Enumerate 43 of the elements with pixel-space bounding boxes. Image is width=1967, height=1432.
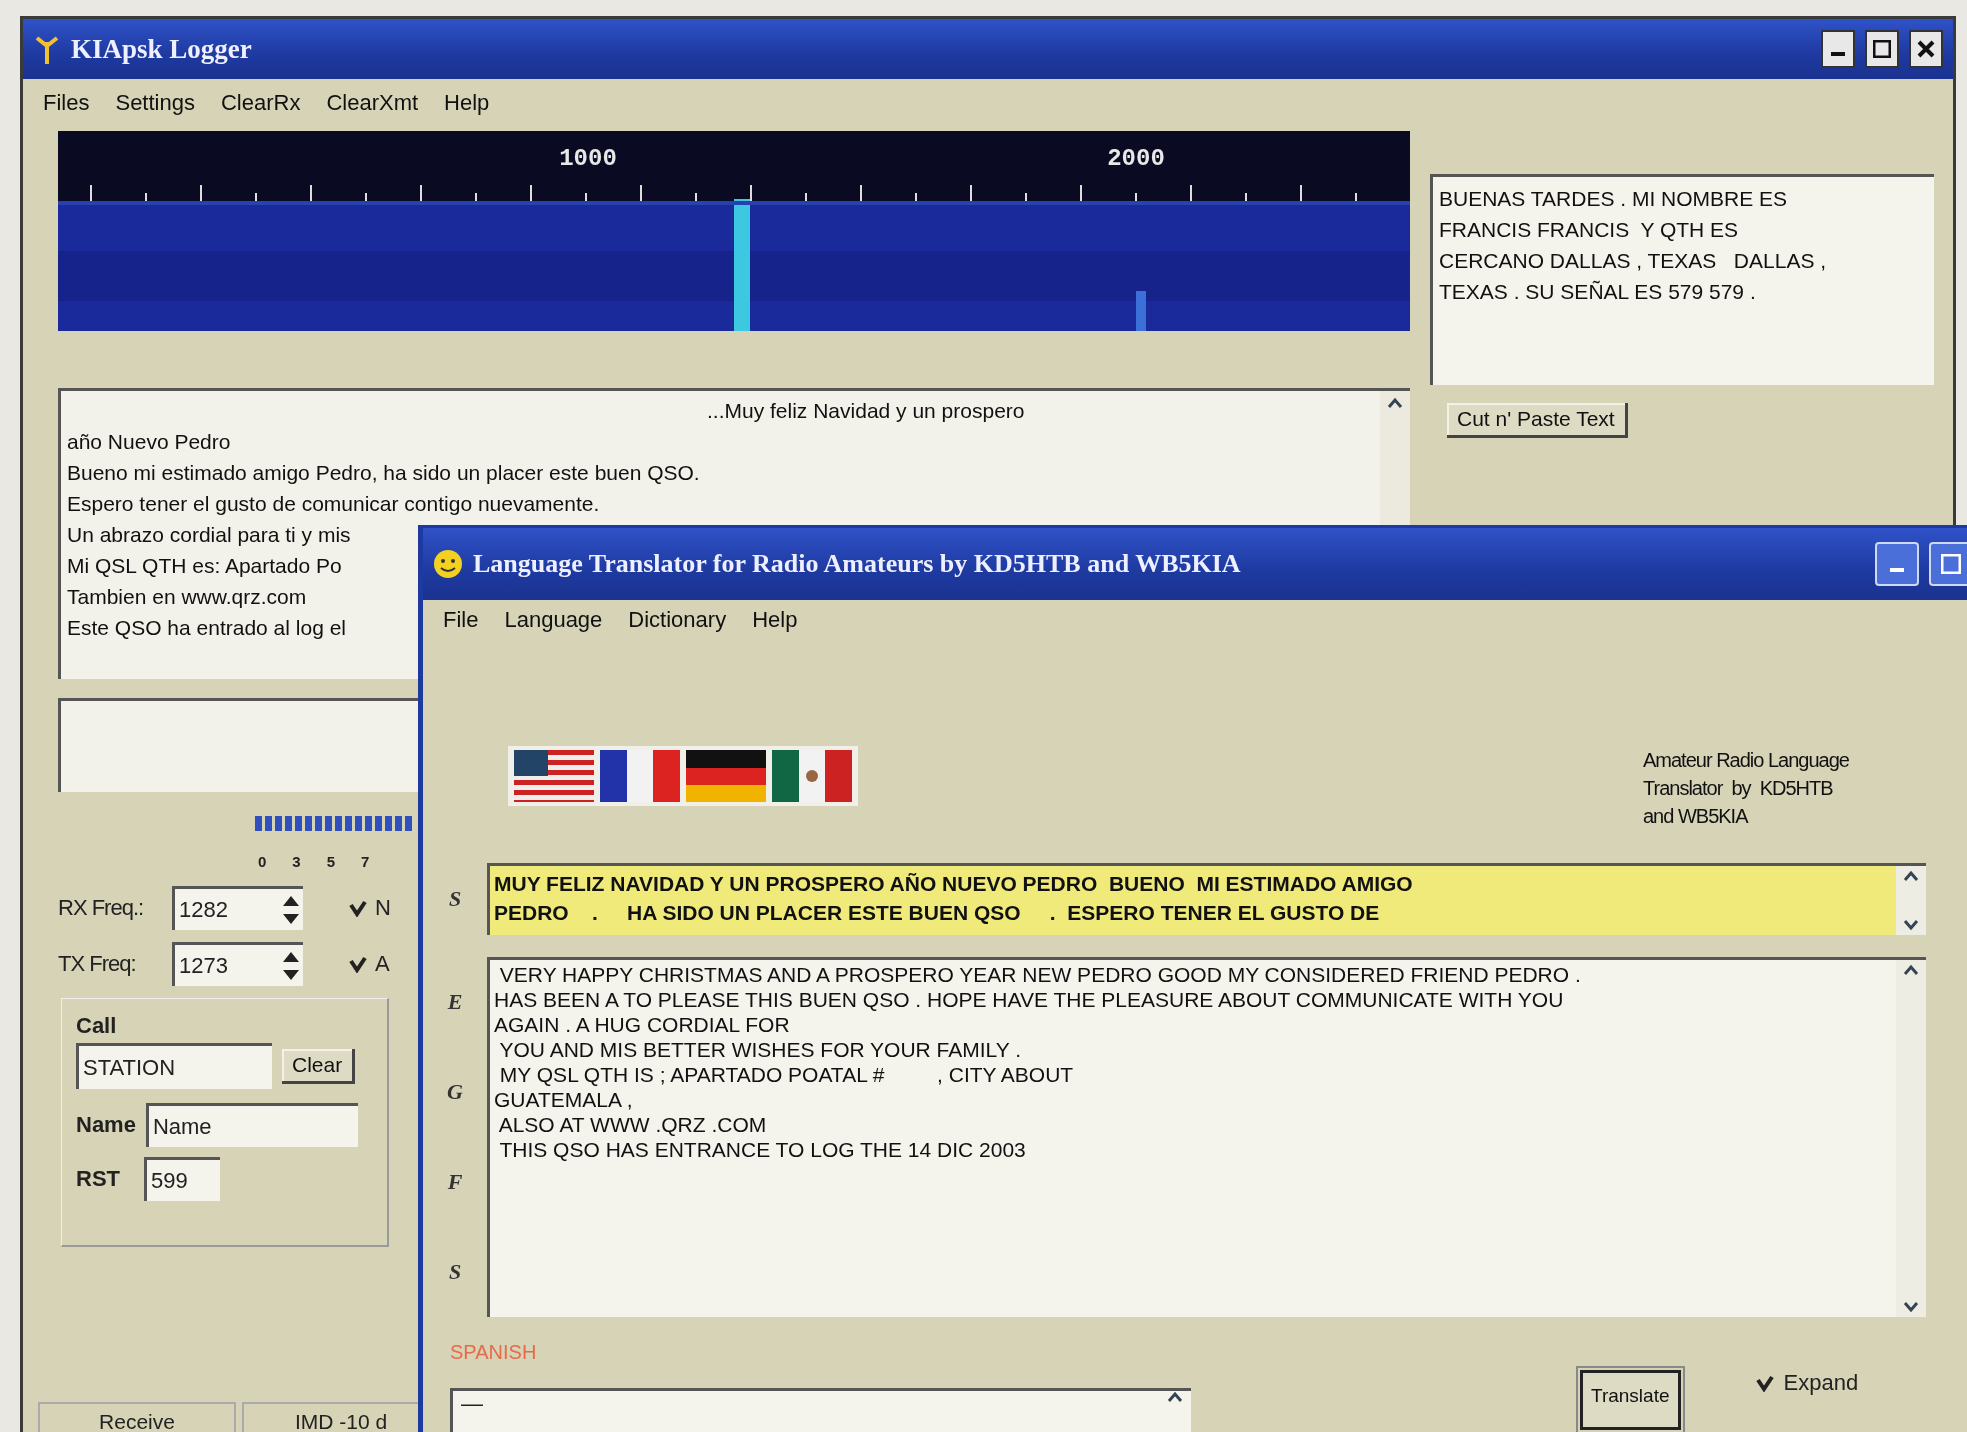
text-line: AGAIN . A HUG CORDIAL FOR bbox=[494, 1012, 790, 1037]
text-line: VERY HAPPY CHRISTMAS AND A PROSPERO YEAR NEW PEDRO GOOD MY CONSIDERED FRIEND PEDRO . bbox=[498, 962, 1581, 987]
field-label: Call bbox=[76, 1013, 118, 1039]
meter-scale-label: 5 bbox=[326, 853, 336, 870]
text-line: Tambien en www.qrz.com bbox=[67, 584, 307, 610]
field-label: RX Freq.: bbox=[58, 895, 145, 921]
field-label: RST bbox=[76, 1166, 120, 1192]
field-label: TX Freq: bbox=[58, 951, 137, 977]
text-line: año Nuevo Pedro bbox=[67, 429, 231, 455]
checkbox-label: N bbox=[375, 895, 391, 921]
text-line: GUATEMALA , bbox=[494, 1087, 633, 1112]
text-line: YOU AND MIS BETTER WISHES FOR YOUR FAMILY . bbox=[498, 1037, 1022, 1062]
text-line: THIS QSO HAS ENTRANCE TO LOG THE 14 DIC 2003 bbox=[498, 1137, 1026, 1162]
checkbox-label: Expand bbox=[1783, 1370, 1859, 1396]
text-line: Un abrazo cordial para ti y mis bbox=[67, 522, 351, 548]
checkbox-label: A bbox=[375, 951, 390, 977]
text-line: MY QSL QTH IS ; APARTADO POATAL # , CITY ABOUT bbox=[498, 1062, 1074, 1087]
language-letter: F bbox=[447, 1169, 463, 1195]
text-line: HAS BEEN A TO PLEASE THIS BUEN QSO . HOPE HAVE THE PLEASURE ABOUT COMMUNICATE WITH YOU bbox=[494, 987, 1564, 1012]
language-letter: E bbox=[447, 989, 463, 1015]
meter-scale-label: 3 bbox=[292, 853, 301, 870]
text-line: Este QSO ha entrado al log el bbox=[67, 615, 346, 641]
meter-scale-label: 7 bbox=[361, 853, 370, 870]
language-letter: S bbox=[448, 1259, 462, 1285]
text-line: Mi QSL QTH es: Apartado Po bbox=[67, 553, 342, 579]
field-label: Name bbox=[76, 1112, 136, 1138]
text-line: ALSO AT WWW .QRZ .COM bbox=[497, 1112, 767, 1137]
text-line: ...Muy feliz Navidad y un prospero bbox=[706, 398, 1026, 424]
status-cell: Receive bbox=[38, 1402, 236, 1432]
language-letter: G bbox=[447, 1079, 463, 1105]
text-line: PEDRO . HA SIDO UN PLACER ESTE BUEN QSO . ESPERO TENER EL GUSTO DE bbox=[494, 900, 1380, 926]
window-title: Language Translator for Radio Amateurs by KD5HTB and WB5KIA bbox=[473, 549, 1242, 579]
scale-label: 2000 bbox=[1107, 145, 1165, 172]
language-letter: S bbox=[448, 886, 462, 912]
scale-label: 1000 bbox=[559, 145, 617, 172]
text-line: Bueno mi estimado amigo Pedro, ha sido un placer este buen QSO. bbox=[67, 460, 700, 486]
language-label: SPANISH bbox=[450, 1341, 538, 1364]
credit-text: Amateur Radio Language Translator by KD5HTB and WB5KIA bbox=[1643, 748, 1850, 829]
transmit-preview-text: BUENAS TARDES . MI NOMBRE ES FRANCIS FRANCIS Y QTH ES CERCANO DALLAS , TEXAS DALLAS , TEXAS . SU SEÑAL ES 579 579 . bbox=[1430, 174, 1934, 385]
text-line: Espero tener el gusto de comunicar contigo nuevamente. bbox=[67, 491, 600, 517]
meter-scale-label: 0 bbox=[258, 853, 267, 870]
text-line: MUY FELIZ NAVIDAD Y UN PROSPERO AÑO NUEVO PEDRO BUENO MI ESTIMADO AMIGO bbox=[494, 871, 1413, 897]
window-title: KIApsk Logger bbox=[71, 33, 253, 65]
